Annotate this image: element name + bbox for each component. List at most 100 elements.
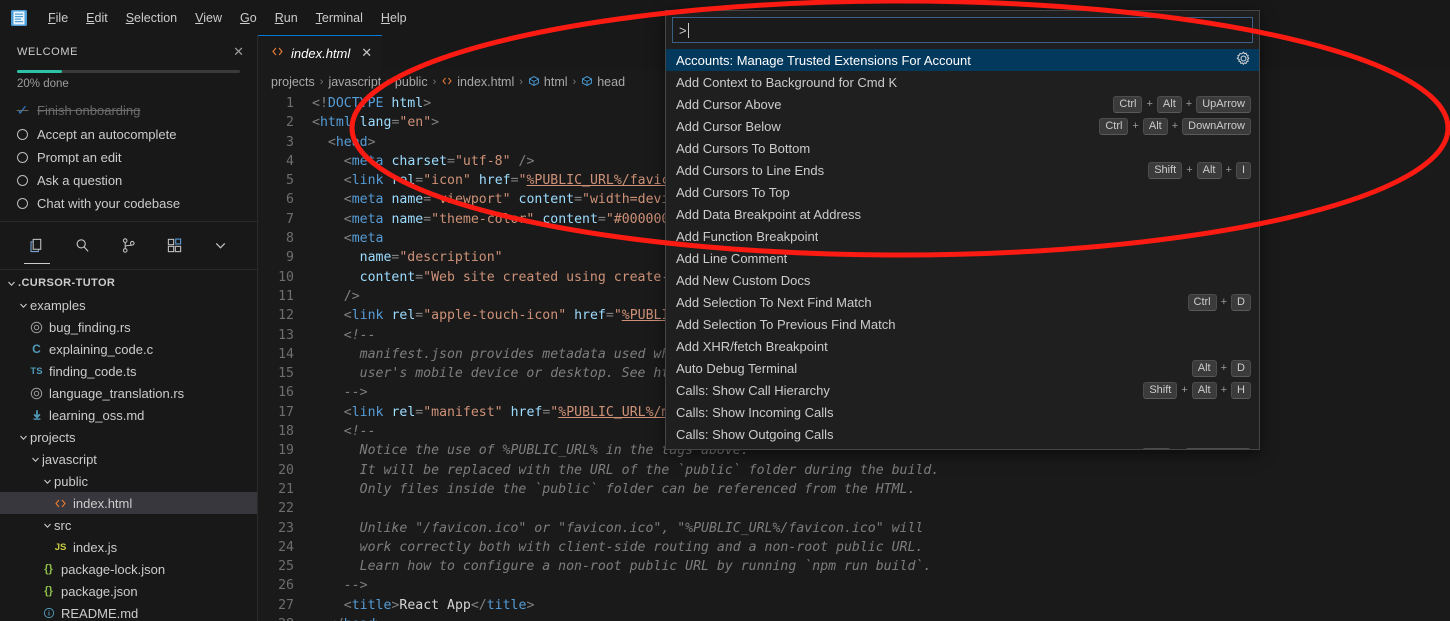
onboarding-task-1[interactable]: Accept an autocomplete: [0, 123, 257, 146]
menu-help[interactable]: Help: [373, 8, 415, 28]
explorer-icon[interactable]: [20, 230, 54, 260]
onboarding-task-4[interactable]: Chat with your codebase: [0, 192, 257, 215]
command-palette-item[interactable]: Add Cursors To Bottom: [666, 137, 1259, 159]
onboarding-task-2[interactable]: Prompt an edit: [0, 146, 257, 169]
command-palette-item-label: Calls: Show Incoming Calls: [676, 405, 834, 420]
code-line-text: name="description": [312, 248, 503, 267]
breadcrumb-item-projects[interactable]: projects: [271, 75, 315, 89]
keybinding-plus: +: [1172, 120, 1178, 132]
code-line-text: <!--: [312, 326, 376, 345]
command-palette-item[interactable]: Add Data Breakpoint at Address: [666, 203, 1259, 225]
close-icon[interactable]: ✕: [233, 45, 244, 58]
tab-close-icon[interactable]: ✕: [361, 45, 372, 61]
command-palette-item[interactable]: Add Line Comment: [666, 247, 1259, 269]
code-line: 28 </head>: [258, 615, 1450, 621]
tree-file-finding_code.ts[interactable]: TSfinding_code.ts: [0, 360, 257, 382]
editor-tab-index-html[interactable]: index.html ✕: [258, 35, 382, 70]
command-palette-item[interactable]: Add Cursor AboveCtrl+Alt+UpArrow: [666, 93, 1259, 115]
breadcrumb-label: head: [597, 75, 625, 89]
explorer-root-label: .CURSOR-TUTOR: [18, 277, 115, 289]
line-number: 25: [258, 557, 312, 576]
breadcrumb-item-javascript[interactable]: javascript: [328, 75, 381, 89]
source-control-icon[interactable]: [112, 230, 146, 260]
chevron-down-icon: [40, 476, 54, 487]
more-views-chevron-icon[interactable]: [204, 230, 238, 260]
file-type-icon: JS: [52, 542, 69, 553]
menu-edit[interactable]: Edit: [78, 8, 116, 28]
tree-file-learning_oss.md[interactable]: learning_oss.md: [0, 404, 257, 426]
tree-file-index.js[interactable]: JSindex.js: [0, 536, 257, 558]
menu-selection[interactable]: Selection: [118, 8, 185, 28]
command-palette-item[interactable]: Calls: Show Outgoing Calls: [666, 423, 1259, 445]
keybinding-plus: +: [1146, 98, 1152, 110]
command-palette-item[interactable]: Add Selection To Next Find MatchCtrl+D: [666, 291, 1259, 313]
tree-item-label: bug_finding.rs: [49, 320, 131, 335]
tree-file-explaining_code.c[interactable]: Cexplaining_code.c: [0, 338, 257, 360]
file-type-icon: C: [28, 342, 45, 356]
breadcrumb-label: javascript: [328, 75, 381, 89]
explorer-root-row[interactable]: .CURSOR-TUTOR: [0, 272, 257, 294]
code-line-text: <html lang="en">: [312, 113, 439, 132]
code-line-text: Only files inside the `public` folder ca…: [312, 480, 915, 499]
line-number: 7: [258, 210, 312, 229]
command-palette-item[interactable]: Add Cursors to Line EndsShift+Alt+I: [666, 159, 1259, 181]
tree-folder-public[interactable]: public: [0, 470, 257, 492]
command-palette-item[interactable]: Calls: Show Call HierarchyShift+Alt+H: [666, 379, 1259, 401]
file-type-icon: [28, 387, 45, 400]
breadcrumb-item-html[interactable]: html: [528, 75, 568, 90]
tree-folder-examples[interactable]: examples: [0, 294, 257, 316]
command-palette-item[interactable]: Add Cursor BelowCtrl+Alt+DownArrow: [666, 115, 1259, 137]
menu-run[interactable]: Run: [267, 8, 306, 28]
command-palette-item[interactable]: Add XHR/fetch Breakpoint: [666, 335, 1259, 357]
check-icon: ✓: [17, 102, 28, 119]
keybinding-key: Ctrl: [1113, 96, 1142, 113]
line-number: 17: [258, 403, 312, 422]
tree-file-package.json[interactable]: {}package.json: [0, 580, 257, 602]
keybinding-key: H: [1231, 382, 1251, 399]
breadcrumb-item-public[interactable]: public: [395, 75, 428, 89]
keybinding-key: D: [1231, 360, 1251, 377]
menu-terminal[interactable]: Terminal: [308, 8, 371, 28]
command-palette-item[interactable]: Add Cursors To Top: [666, 181, 1259, 203]
command-palette-item[interactable]: Add Context to Background for Cmd K: [666, 71, 1259, 93]
breadcrumb-item-head[interactable]: head: [581, 75, 625, 90]
command-palette-item[interactable]: Calls: Show Incoming Calls: [666, 401, 1259, 423]
command-palette-item[interactable]: Cancel ChatCtrl+Backspace: [666, 445, 1259, 449]
code-line-text: work correctly both with client-side rou…: [312, 538, 923, 557]
command-palette-item[interactable]: Accounts: Manage Trusted Extensions For …: [666, 49, 1259, 71]
code-line-text: Unlike "/favicon.ico" or "favicon.ico", …: [312, 519, 923, 538]
line-number: 11: [258, 287, 312, 306]
command-palette-item-label: Add Cursors To Top: [676, 185, 790, 200]
tree-file-index.html[interactable]: index.html: [0, 492, 257, 514]
search-icon[interactable]: [66, 230, 100, 260]
tree-folder-javascript[interactable]: javascript: [0, 448, 257, 470]
code-line: 20 It will be replaced with the URL of t…: [258, 461, 1450, 480]
tree-file-bug_finding.rs[interactable]: bug_finding.rs: [0, 316, 257, 338]
extensions-icon[interactable]: [158, 230, 192, 260]
keybinding-key: Ctrl: [1099, 118, 1128, 135]
onboarding-task-3[interactable]: Ask a question: [0, 169, 257, 192]
command-palette[interactable]: > Accounts: Manage Trusted Extensions Fo…: [665, 10, 1260, 450]
file-type-icon: [28, 409, 45, 421]
breadcrumb-item-index.html[interactable]: index.html: [441, 75, 514, 90]
breadcrumb-separator: ›: [320, 76, 324, 88]
code-line-text: />: [312, 287, 360, 306]
tree-folder-projects[interactable]: projects: [0, 426, 257, 448]
onboarding-task-0[interactable]: ✓Finish onboarding: [0, 98, 257, 123]
command-palette-item[interactable]: Add Selection To Previous Find Match: [666, 313, 1259, 335]
menu-view[interactable]: View: [187, 8, 230, 28]
gear-icon[interactable]: [1236, 51, 1251, 69]
tree-item-label: public: [54, 474, 88, 489]
command-palette-item[interactable]: Add New Custom Docs: [666, 269, 1259, 291]
tree-folder-src[interactable]: src: [0, 514, 257, 536]
command-palette-list[interactable]: Accounts: Manage Trusted Extensions For …: [666, 49, 1259, 449]
command-palette-item[interactable]: Auto Debug TerminalAlt+D: [666, 357, 1259, 379]
command-palette-input[interactable]: >: [672, 17, 1253, 43]
tree-file-README.md[interactable]: README.md: [0, 602, 257, 621]
menu-file[interactable]: File: [40, 8, 76, 28]
tree-file-language_translation.rs[interactable]: language_translation.rs: [0, 382, 257, 404]
tree-file-package-lock.json[interactable]: {}package-lock.json: [0, 558, 257, 580]
command-palette-item[interactable]: Add Function Breakpoint: [666, 225, 1259, 247]
menu-go[interactable]: Go: [232, 8, 265, 28]
code-line: 27 <title>React App</title>: [258, 596, 1450, 615]
